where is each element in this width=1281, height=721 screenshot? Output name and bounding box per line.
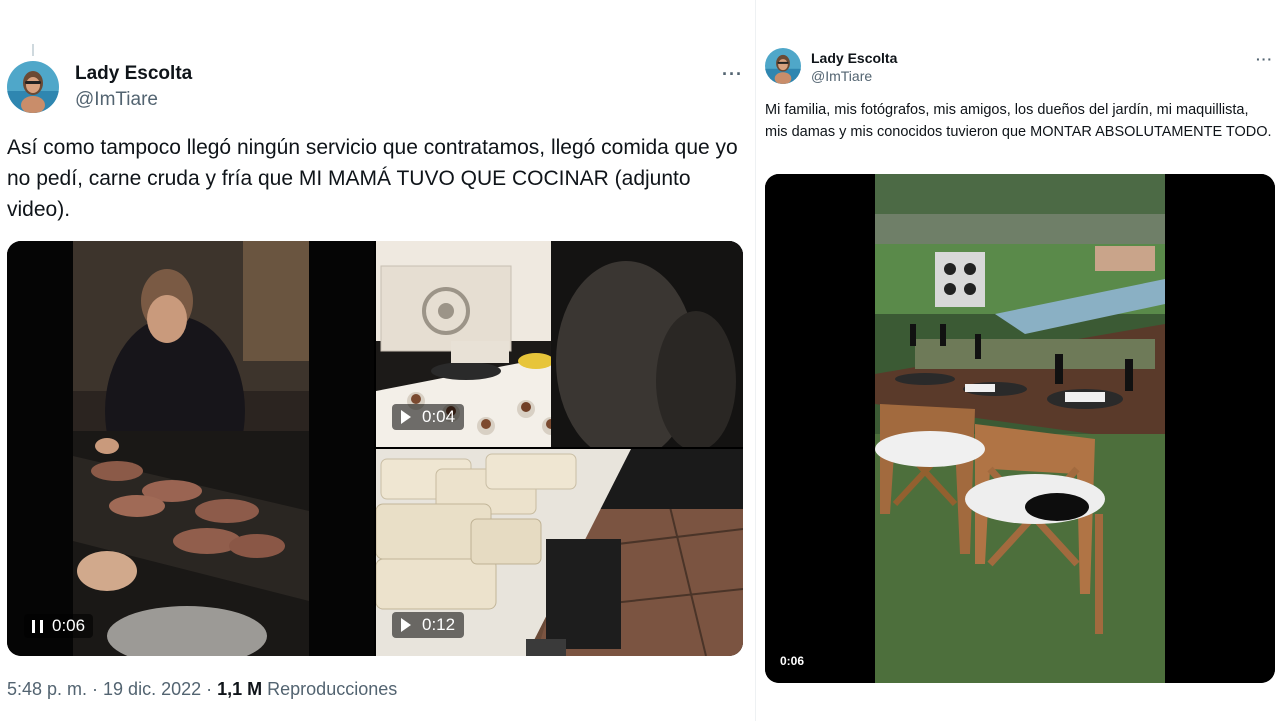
author-avatar[interactable]: [765, 48, 801, 84]
tweet-right: Lady Escolta @ImTiare ··· Mi familia, mi…: [755, 0, 1281, 721]
author-handle[interactable]: @ImTiare: [811, 68, 872, 84]
author-avatar[interactable]: [7, 61, 59, 113]
video-containers[interactable]: 0:12: [376, 449, 743, 656]
avatar-photo: [765, 48, 801, 84]
video-grill-frame: [7, 241, 374, 656]
play-icon[interactable]: [401, 618, 411, 632]
views-label: Reproducciones: [262, 679, 398, 699]
video-garden[interactable]: 0:06: [765, 174, 1275, 683]
more-options-icon[interactable]: ···: [1256, 51, 1273, 67]
tweet-left: Lady Escolta @ImTiare ··· Así como tampo…: [0, 0, 752, 721]
author-name[interactable]: Lady Escolta: [75, 63, 192, 85]
video-grill[interactable]: 0:06: [7, 241, 374, 656]
media-grid: 0:06 0:04 0:12: [7, 241, 743, 656]
avatar-photo: [7, 61, 59, 113]
video-duration: 0:04: [422, 407, 456, 426]
video-duration: 0:12: [422, 615, 456, 634]
author-handle[interactable]: @ImTiare: [75, 89, 158, 111]
author-name[interactable]: Lady Escolta: [811, 50, 897, 66]
play-icon[interactable]: [401, 410, 411, 424]
video-garden-frame: [765, 174, 1275, 683]
video-duration: 0:06: [52, 616, 86, 635]
video-duration: 0:06: [780, 654, 805, 668]
video-desserts[interactable]: 0:04: [376, 241, 743, 447]
tweet-meta: 5:48 p. m. · 19 dic. 2022 · 1,1 M Reprod…: [7, 679, 397, 700]
pause-icon[interactable]: [32, 619, 43, 633]
thread-connector: [32, 44, 34, 56]
tweet-text: Mi familia, mis fotógrafos, mis amigos, …: [765, 102, 1272, 140]
tweet-text: Así como tampoco llegó ningún servicio q…: [7, 136, 738, 221]
more-options-icon[interactable]: ···: [722, 64, 743, 85]
tweet-timestamp[interactable]: 5:48 p. m. · 19 dic. 2022 ·: [7, 679, 217, 699]
video-time-badge: 0:04: [392, 404, 465, 430]
video-time-badge: 0:06: [24, 614, 94, 638]
video-time-badge: 0:12: [392, 612, 465, 638]
views-count: 1,1 M: [217, 679, 263, 699]
